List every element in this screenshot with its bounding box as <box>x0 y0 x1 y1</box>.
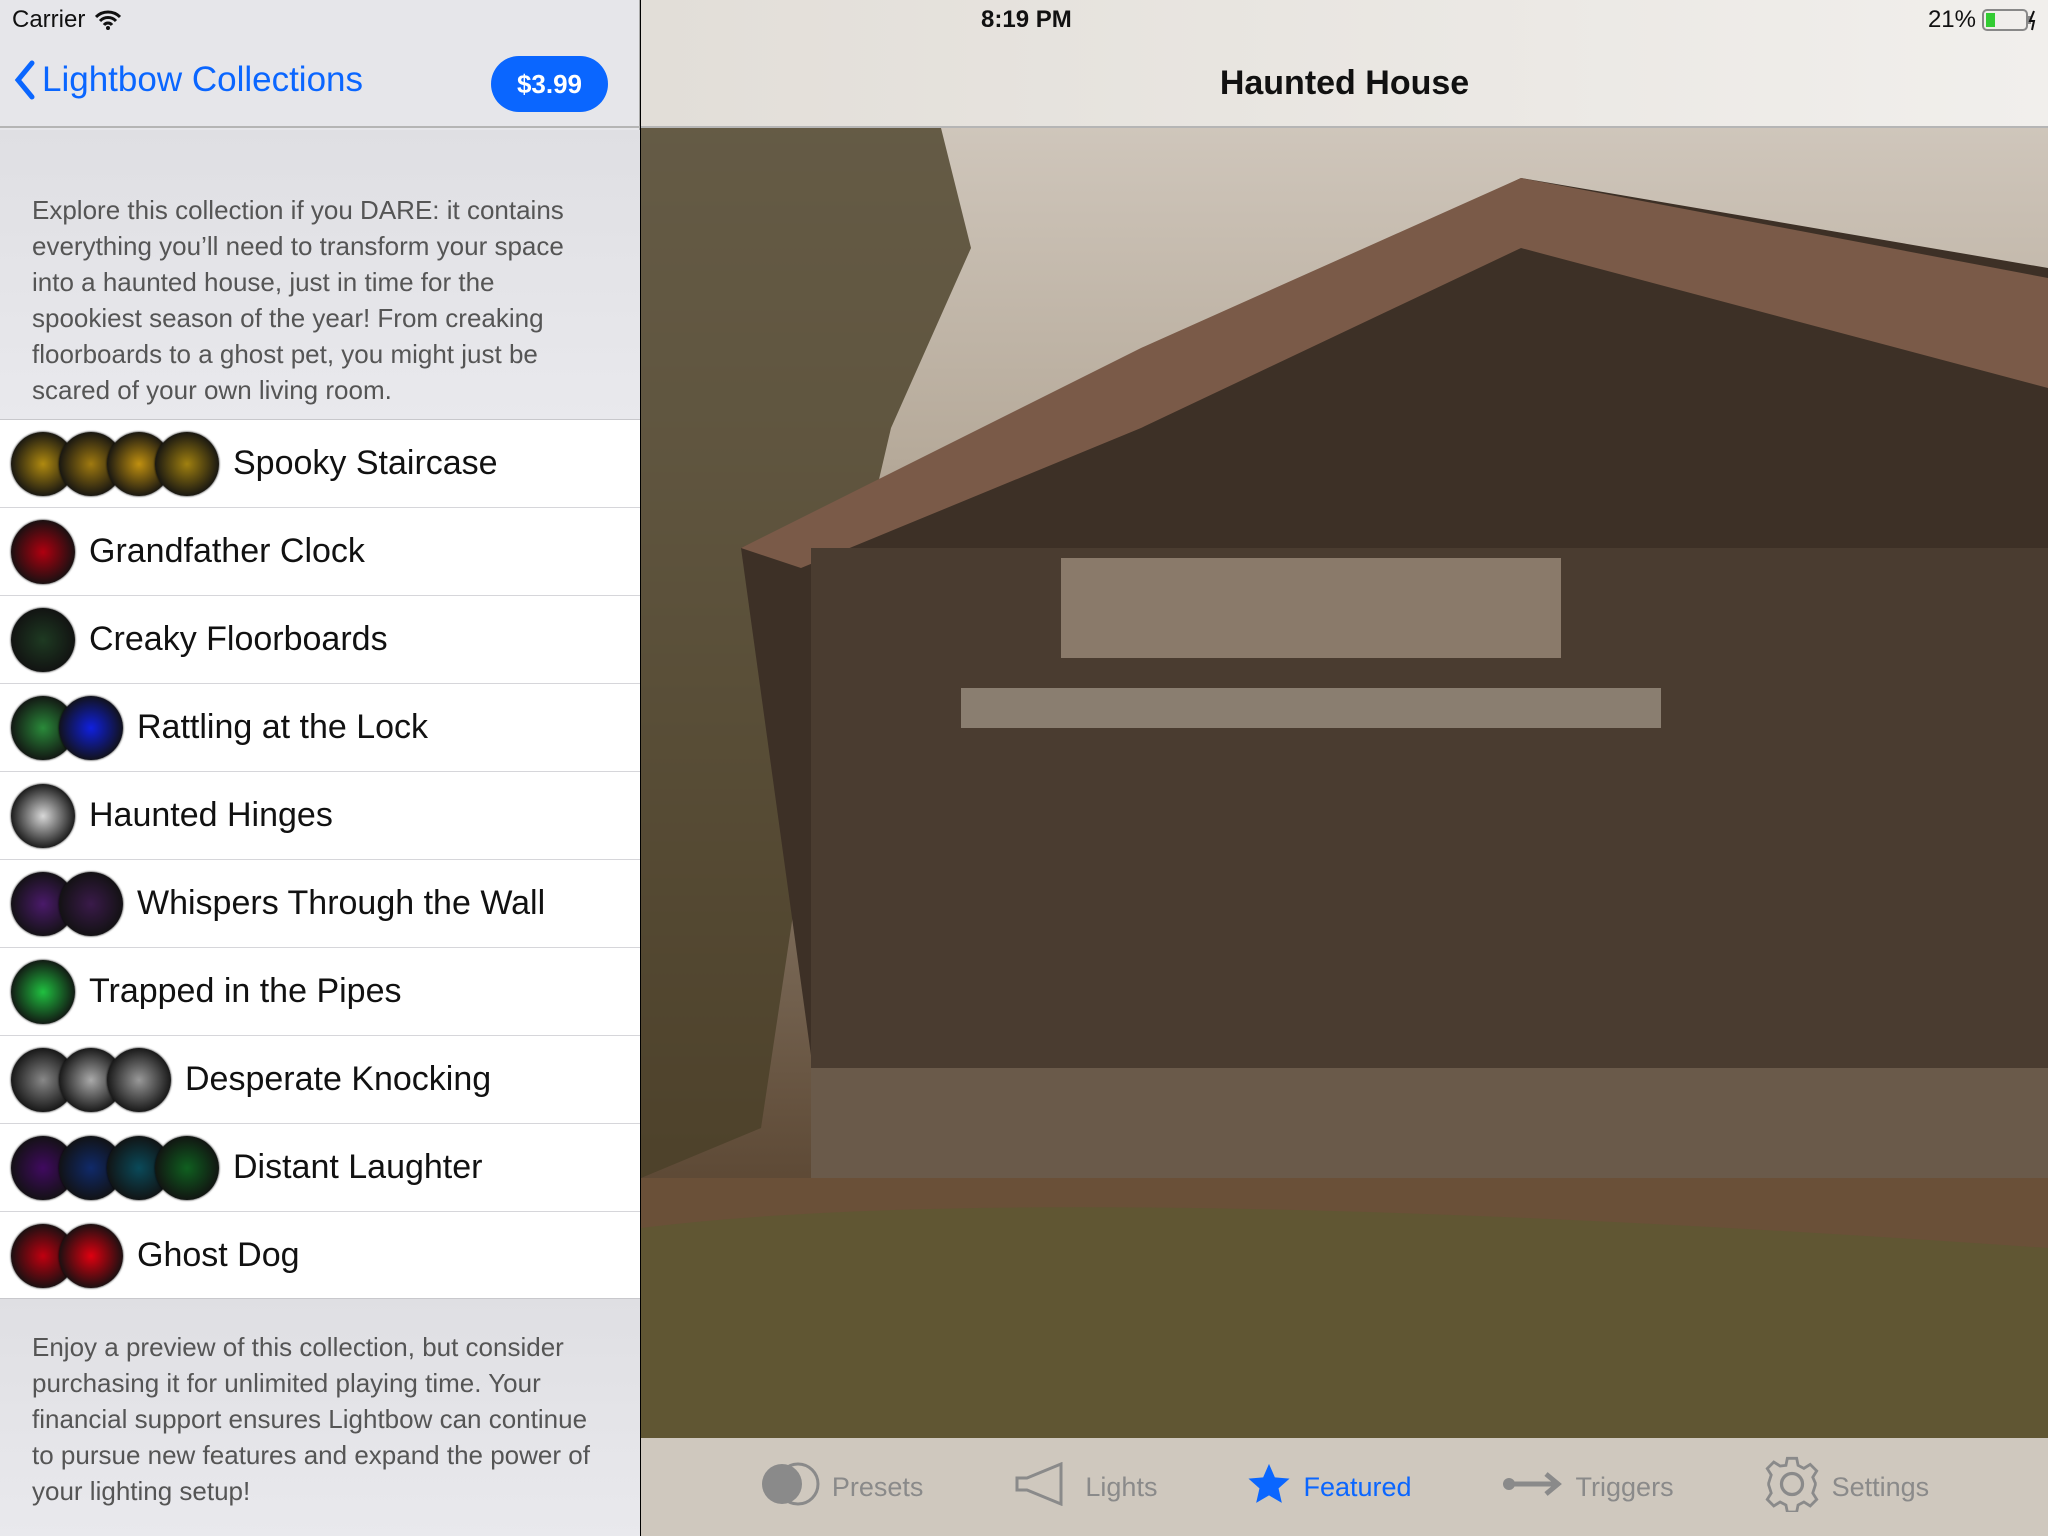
color-swatch-icon <box>11 783 75 848</box>
list-item[interactable]: Rattling at the Lock <box>0 684 640 772</box>
collection-description: Explore this collection if you DARE: it … <box>0 130 640 420</box>
color-swatch-icon <box>11 519 75 584</box>
color-swatch-icon <box>59 695 123 760</box>
color-swatches <box>11 1047 171 1112</box>
list-item[interactable]: Haunted Hinges <box>0 772 640 860</box>
color-swatches <box>11 1135 219 1200</box>
tab-featured[interactable]: Featured <box>1247 1462 1412 1513</box>
item-label: Spooky Staircase <box>233 444 498 482</box>
list-item[interactable]: Trapped in the Pipes <box>0 948 640 1036</box>
tab-presets[interactable]: Presets <box>760 1462 924 1513</box>
color-swatch-icon <box>11 607 75 672</box>
back-button[interactable]: Lightbow Collections <box>14 60 363 100</box>
tab-lights[interactable]: Lights <box>1013 1461 1158 1513</box>
status-left: Carrier <box>12 6 122 34</box>
star-icon <box>1247 1462 1291 1513</box>
sidebar: Carrier Lightbow Collections $3.99 Explo… <box>0 0 640 1536</box>
nav-bar: Lightbow Collections $3.99 <box>0 40 640 128</box>
list-item[interactable]: Grandfather Clock <box>0 508 640 596</box>
status-time: 8:19 PM <box>981 6 1072 33</box>
item-label: Ghost Dog <box>137 1236 300 1274</box>
color-swatch-icon <box>59 1223 123 1288</box>
color-swatch-icon <box>155 431 219 496</box>
color-swatches <box>11 431 219 496</box>
carrier: Carrier <box>12 6 86 33</box>
battery-percent: 21% <box>1927 6 1976 33</box>
tab-label: Lights <box>1085 1471 1158 1502</box>
item-label: Whispers Through the Wall <box>137 884 546 922</box>
chevron-left-icon <box>14 60 35 100</box>
detail-header: 8:19 PM 21% Haunted House <box>641 0 2048 128</box>
battery-status: 21% <box>1928 6 2036 34</box>
color-swatches <box>11 519 75 584</box>
arrow-icon <box>1502 1469 1564 1506</box>
color-swatch-icon <box>107 1047 171 1112</box>
tab-settings[interactable]: Settings <box>1764 1456 1930 1519</box>
item-label: Distant Laughter <box>233 1148 483 1186</box>
color-swatches <box>11 695 123 760</box>
list-item[interactable]: Ghost Dog <box>0 1212 640 1300</box>
color-swatches <box>11 871 123 936</box>
battery-icon <box>1982 9 2036 31</box>
detail-pane: 8:19 PM 21% Haunted House Presets Lights F… <box>641 0 2048 1536</box>
tab-label: Featured <box>1303 1471 1412 1502</box>
item-label: Haunted Hinges <box>89 796 333 834</box>
page-title: Haunted House <box>1219 64 1470 102</box>
color-swatch-icon <box>11 959 75 1024</box>
color-swatch-icon <box>59 871 123 936</box>
color-swatch-icon <box>155 1135 219 1200</box>
item-label: Creaky Floorboards <box>89 620 388 658</box>
tab-label: Triggers <box>1575 1471 1674 1502</box>
color-swatches <box>11 959 75 1024</box>
list-item[interactable]: Whispers Through the Wall <box>0 860 640 948</box>
track-list: Spooky Staircase Grandfather Clock Creaky … <box>0 420 640 1300</box>
item-label: Rattling at the Lock <box>137 708 429 746</box>
list-item[interactable]: Desperate Knocking <box>0 1036 640 1124</box>
color-swatches <box>11 607 75 672</box>
color-swatches <box>11 1223 123 1288</box>
gear-icon <box>1764 1456 1820 1519</box>
item-label: Grandfather Clock <box>89 532 365 570</box>
tab-bar: Presets Lights Featured Triggers Settings <box>641 1438 2048 1536</box>
color-swatches <box>11 783 75 848</box>
list-item[interactable]: Distant Laughter <box>0 1124 640 1212</box>
back-label: Lightbow Collections <box>42 60 364 99</box>
tab-label: Settings <box>1831 1471 1930 1502</box>
wifi-icon <box>95 10 122 30</box>
tab-label: Presets <box>831 1471 924 1502</box>
list-item[interactable]: Spooky Staircase <box>0 420 640 508</box>
buy-button[interactable]: $3.99 <box>491 56 608 112</box>
list-item[interactable]: Creaky Floorboards <box>0 596 640 684</box>
item-label: Desperate Knocking <box>185 1060 492 1098</box>
item-label: Trapped in the Pipes <box>89 972 402 1010</box>
toggle-icon <box>760 1462 820 1513</box>
bulb-icon <box>1013 1461 1073 1513</box>
purchase-note: Enjoy a preview of this collection, but … <box>0 1298 640 1536</box>
tab-triggers[interactable]: Triggers <box>1502 1469 1674 1506</box>
haunted-house-photo <box>641 128 2048 1438</box>
